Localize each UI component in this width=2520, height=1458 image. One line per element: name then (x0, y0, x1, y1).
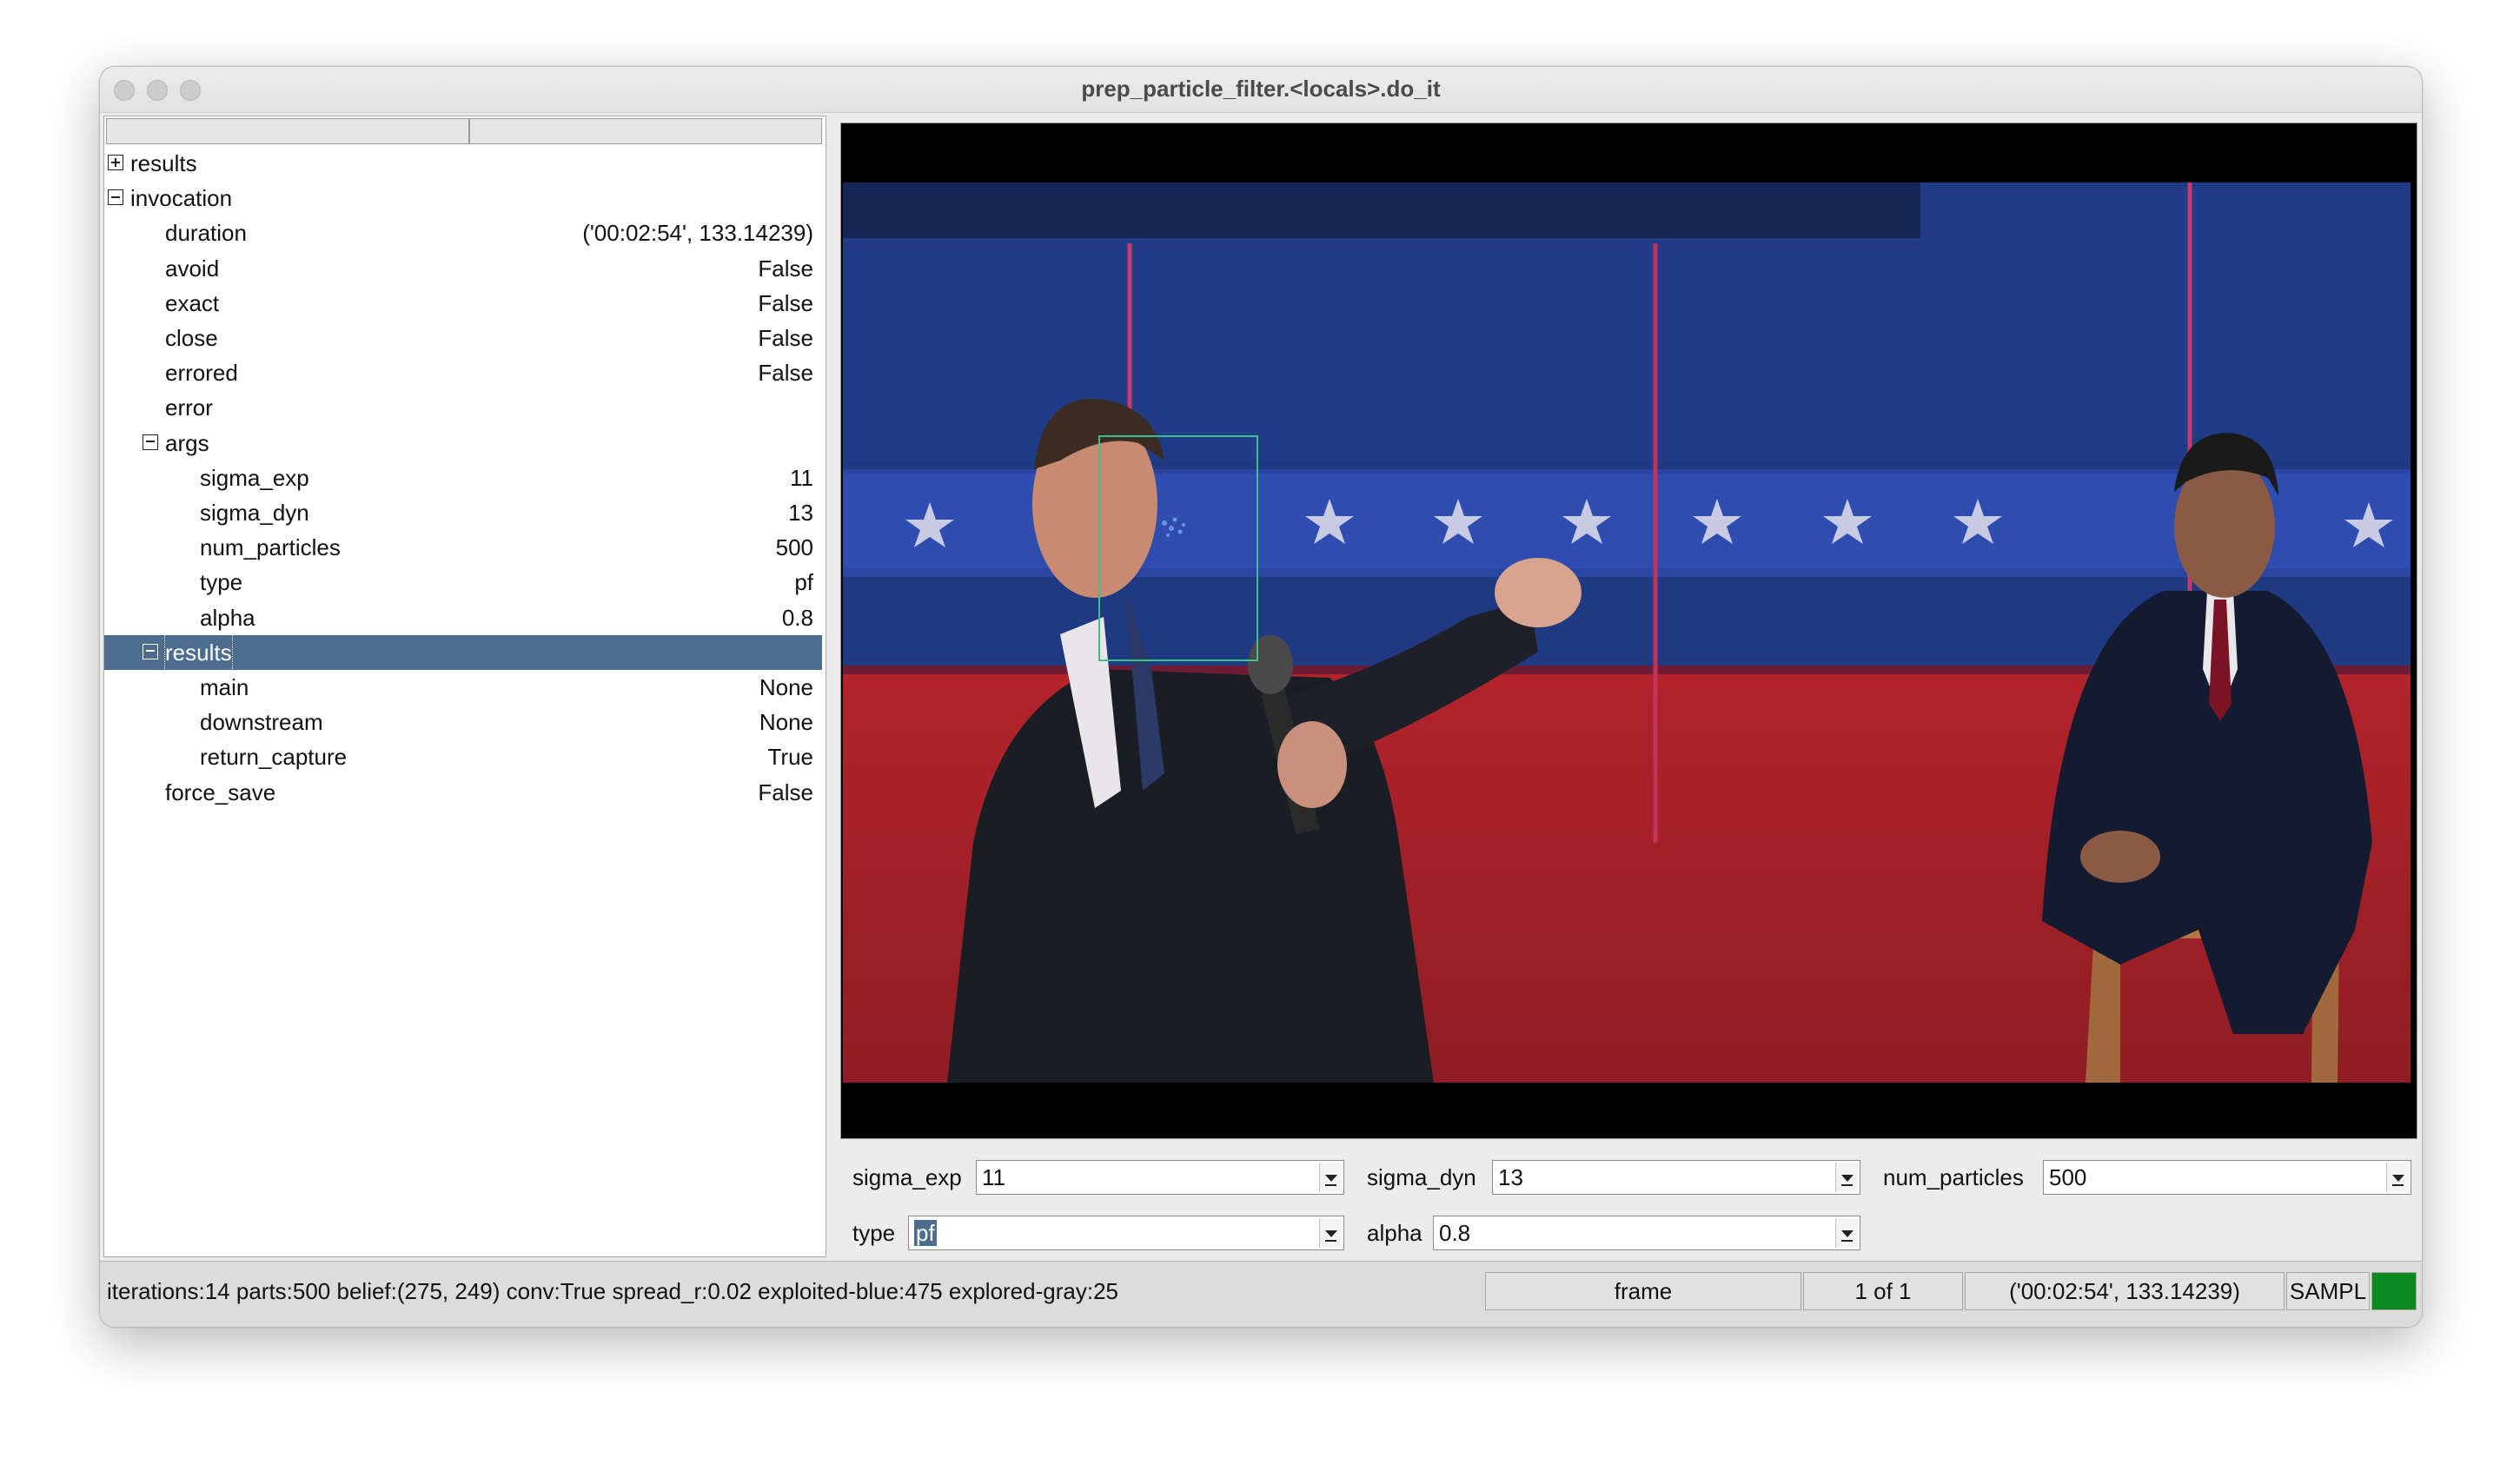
tree-row-label: close (165, 325, 218, 351)
alpha-dropdown-icon[interactable] (1835, 1218, 1858, 1248)
window-title: prep_particle_filter.<locals>.do_it (1081, 76, 1441, 102)
tree-row-avoid[interactable]: avoid False (104, 251, 822, 286)
tree-row-value: None (759, 674, 813, 700)
status-message: iterations:14 parts:500 belief:(275, 249… (107, 1278, 1118, 1304)
status-light (2371, 1272, 2417, 1310)
tree-row-value: ('00:02:54', 133.14239) (582, 220, 813, 247)
frame-timestamp: ('00:02:54', 133.14239) (1965, 1272, 2285, 1310)
tree-row-value: 11 (790, 464, 813, 491)
tree-row-args[interactable]: args (104, 426, 822, 461)
tree-row-label: return_capture (200, 744, 348, 771)
tree-row-force-save[interactable]: force_save False (104, 775, 822, 810)
tree-row-error[interactable]: error (104, 390, 822, 425)
frame-image (843, 182, 2411, 1083)
sigma-exp-value: 11 (982, 1164, 1005, 1190)
status-bar: iterations:14 parts:500 belief:(275, 249… (100, 1261, 2422, 1327)
sigma-exp-combobox[interactable]: 11 (976, 1160, 1344, 1195)
tree-row-value: False (758, 779, 813, 805)
tree-row-value: False (758, 255, 813, 282)
tree-row-main[interactable]: main None (104, 670, 822, 705)
expand-icon[interactable] (108, 155, 123, 170)
tree-row-duration[interactable]: duration ('00:02:54', 133.14239) (104, 215, 822, 250)
tree-row-label: downstream (200, 709, 323, 736)
sigma-dyn-label: sigma_dyn (1367, 1164, 1476, 1190)
sigma-exp-label: sigma_exp (852, 1164, 962, 1190)
num-particles-combobox[interactable]: 500 (2043, 1160, 2411, 1195)
tree-row-label: results (164, 633, 233, 671)
title-bar: prep_particle_filter.<locals>.do_it (100, 67, 2422, 113)
video-frame-view[interactable] (840, 123, 2417, 1139)
tree-row-label: avoid (165, 255, 220, 282)
tree-row-results[interactable]: results (104, 633, 822, 671)
tree-row-value: False (758, 360, 813, 387)
frame-label: frame (1485, 1272, 1801, 1310)
tree-row-type[interactable]: type pf (104, 565, 822, 600)
alpha-combobox[interactable]: 0.8 (1433, 1216, 1860, 1250)
tree-row-value: 500 (775, 534, 813, 561)
collapse-icon[interactable] (108, 189, 123, 206)
tree-row-label: alpha (200, 604, 255, 631)
tree-column-header-value[interactable] (469, 118, 822, 144)
type-dropdown-icon[interactable] (1319, 1218, 1342, 1248)
tree-row-results[interactable]: results (104, 146, 822, 181)
tree-row-close[interactable]: close False (104, 321, 822, 355)
tree-row-label: num_particles (200, 534, 341, 561)
mode-indicator: SAMPL (2286, 1272, 2370, 1310)
sigma-dyn-dropdown-icon[interactable] (1835, 1163, 1858, 1192)
num-particles-dropdown-icon[interactable] (2386, 1163, 2409, 1192)
tree-row-label: results (130, 150, 197, 176)
pane-splitter[interactable] (832, 116, 840, 1257)
alpha-value: 0.8 (1439, 1220, 1471, 1246)
tree-row-downstream[interactable]: downstream None (104, 705, 822, 739)
tree-row-errored[interactable]: errored False (104, 355, 822, 390)
tree-row-label: sigma_dyn (200, 500, 309, 526)
type-value: pf (914, 1220, 937, 1246)
tree-row-return-capture[interactable]: return_capture True (104, 739, 822, 774)
tree-row-label: force_save (165, 779, 276, 805)
sigma-exp-dropdown-icon[interactable] (1319, 1163, 1342, 1192)
tree-row-sigma-exp[interactable]: sigma_exp 11 (104, 461, 822, 495)
tree-row-label: type (200, 569, 243, 596)
type-label: type (852, 1220, 896, 1246)
tree-row-label: duration (165, 220, 247, 247)
tree-row-value: True (767, 744, 814, 771)
tree-row-sigma-dyn[interactable]: sigma_dyn 13 (104, 495, 822, 530)
tree-row-value: None (759, 709, 813, 736)
alpha-label: alpha (1367, 1220, 1422, 1246)
num-particles-label: num_particles (1883, 1164, 2024, 1190)
collapse-icon[interactable] (143, 643, 158, 659)
sigma-dyn-combobox[interactable]: 13 (1492, 1160, 1860, 1195)
tree-row-exact[interactable]: exact False (104, 286, 822, 321)
num-particles-value: 500 (2049, 1164, 2087, 1190)
tree-row-value: False (758, 325, 813, 351)
tree-row-label: error (165, 394, 213, 421)
tree-row-invocation[interactable]: invocation (104, 181, 822, 215)
tree-row-label: args (165, 429, 209, 456)
tree-column-header-name[interactable] (106, 118, 469, 144)
tree-row-num-particles[interactable]: num_particles 500 (104, 530, 822, 565)
app-window: prep_particle_filter.<locals>.do_it resu… (99, 66, 2423, 1328)
tree-row-value: 0.8 (781, 604, 813, 631)
collapse-icon[interactable] (143, 434, 158, 450)
invocation-tree-panel: results invocation duration ('00:02:54', 13… (103, 116, 826, 1257)
tree-row-label: errored (165, 360, 238, 387)
tree-row-value: False (758, 289, 813, 316)
tree-row-value: 13 (788, 500, 813, 526)
tree-row-label: main (200, 674, 249, 700)
tree-row-value: pf (794, 569, 813, 596)
sigma-dyn-value: 13 (1498, 1164, 1523, 1190)
tree-row-label: invocation (130, 185, 233, 212)
tree-row-label: exact (165, 289, 220, 316)
frame-index: 1 of 1 (1803, 1272, 1963, 1310)
type-combobox[interactable]: pf (908, 1216, 1344, 1250)
tree-row-label: sigma_exp (200, 464, 309, 491)
tree-row-alpha[interactable]: alpha 0.8 (104, 600, 822, 635)
